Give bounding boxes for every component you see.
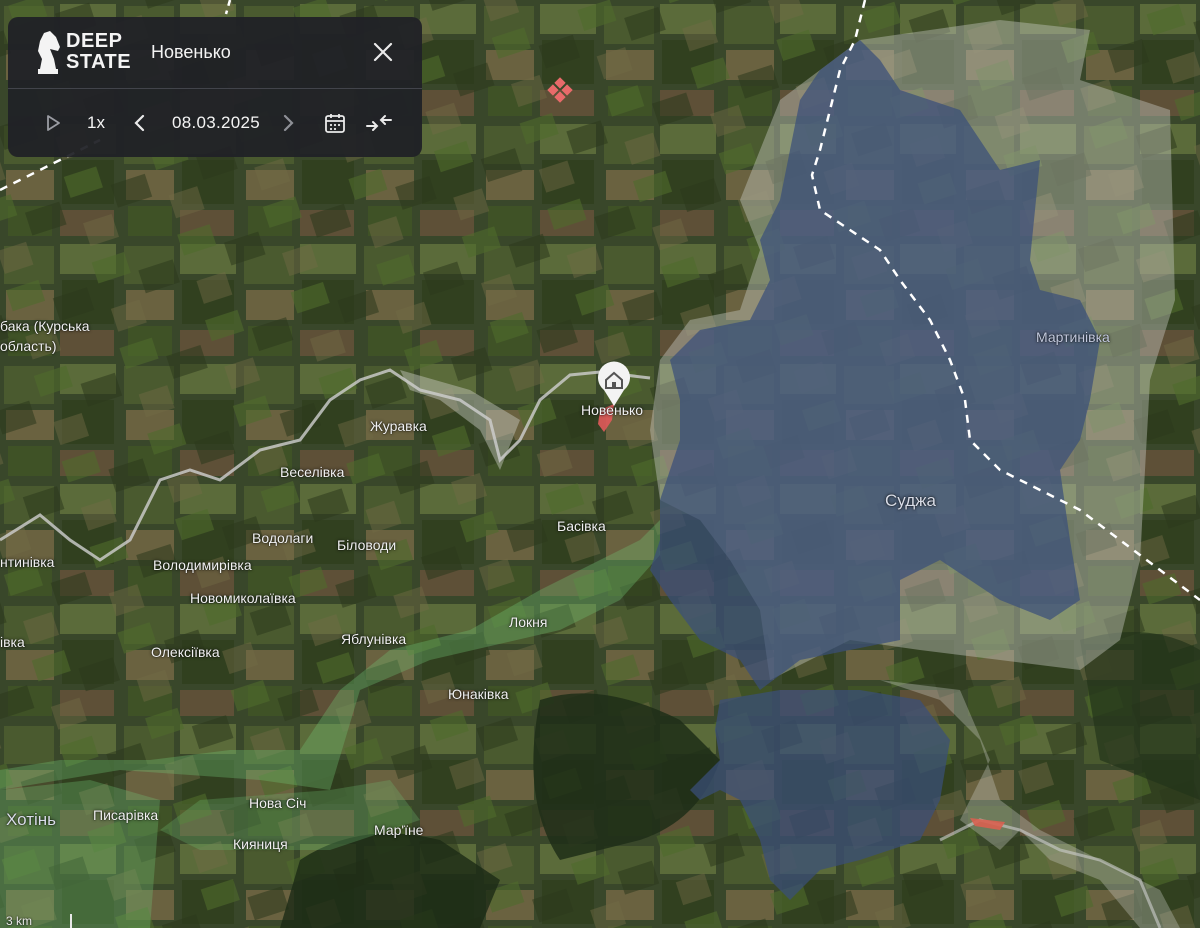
liberated-zone: [0, 780, 160, 928]
knight-chess-icon: [38, 31, 60, 74]
next-date-button[interactable]: [274, 107, 302, 139]
arrows-collapse-icon: [366, 115, 392, 131]
close-icon[interactable]: [370, 39, 396, 65]
home-pin-icon[interactable]: [594, 358, 634, 408]
compare-button[interactable]: [362, 107, 396, 139]
map-scale: 3 km: [6, 914, 33, 928]
chevron-left-icon: [134, 114, 145, 132]
calendar-button[interactable]: [320, 107, 350, 139]
map-scale-tick: [70, 914, 72, 928]
timeline-panel: DEEP STATE Новенько 1x 08.03.2025: [8, 17, 422, 157]
date-display[interactable]: 08.03.2025: [160, 107, 272, 139]
calendar-icon: [325, 114, 345, 133]
play-button[interactable]: [38, 107, 68, 139]
chevron-right-icon: [283, 114, 294, 132]
logo-text-line1: DEEP: [66, 30, 123, 52]
play-icon: [47, 115, 60, 131]
speed-button[interactable]: 1x: [80, 107, 112, 139]
panel-title: Новенько: [151, 42, 231, 62]
logo-text-line2: STATE: [66, 51, 132, 73]
panel-divider: [8, 88, 422, 89]
prev-date-button[interactable]: [126, 107, 154, 139]
deepstate-logo[interactable]: DEEP STATE: [36, 29, 136, 77]
